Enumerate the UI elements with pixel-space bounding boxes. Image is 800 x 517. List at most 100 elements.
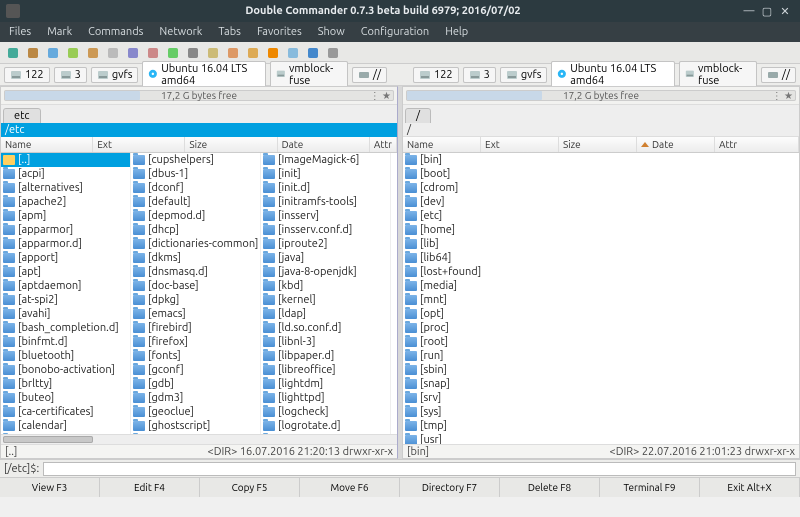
box2-button[interactable] (244, 44, 262, 62)
file-row[interactable]: [firebird] (131, 321, 260, 335)
file-row[interactable]: [init] (261, 167, 390, 181)
zip-button[interactable] (204, 44, 222, 62)
left-freespace-menu-icon[interactable]: ⋮ ★ (370, 90, 391, 102)
refresh-button[interactable] (4, 44, 22, 62)
drive-left-ubuntu1604ltsamd64[interactable]: Ubuntu 16.04 LTS amd64 (142, 61, 266, 89)
file-row[interactable]: [dbus-1] (131, 167, 260, 181)
right-file-list[interactable]: [bin][boot][cdrom][dev][etc][home][lib][… (403, 153, 799, 444)
file-row[interactable]: [snap] (403, 377, 799, 391)
menu-favorites[interactable]: Favorites (252, 24, 307, 40)
drive-left-3[interactable]: 3 (54, 67, 87, 83)
file-row[interactable]: [gdm3] (131, 391, 260, 405)
file-row[interactable]: [usr] (403, 433, 799, 444)
file-row[interactable]: [alternatives] (1, 181, 130, 195)
file-row[interactable]: [ldap] (261, 307, 390, 321)
disk-button[interactable] (184, 44, 202, 62)
file-row[interactable]: [lost+found] (403, 265, 799, 279)
right-freespace-menu-icon[interactable]: ⋮ ★ (772, 90, 793, 102)
menu-configuration[interactable]: Configuration (356, 24, 434, 40)
file-row[interactable]: [java] (261, 251, 390, 265)
drive-right-ubuntu1604ltsamd64[interactable]: Ubuntu 16.04 LTS amd64 (551, 61, 675, 89)
file-row[interactable]: [insserv.conf.d] (261, 223, 390, 237)
file-row[interactable]: [aptdaemon] (1, 279, 130, 293)
doc-button[interactable] (104, 44, 122, 62)
tree-button[interactable] (64, 44, 82, 62)
file-row[interactable]: [dconf] (131, 181, 260, 195)
file-row[interactable]: [bluetooth] (1, 349, 130, 363)
file-row[interactable]: [apm] (1, 209, 130, 223)
file-row[interactable]: [firefox] (131, 335, 260, 349)
orange-button[interactable] (264, 44, 282, 62)
fnkey-edit[interactable]: Edit F4 (100, 478, 200, 497)
file-row[interactable]: [cupshelpers] (131, 153, 260, 167)
file-row[interactable]: [buteo] (1, 391, 130, 405)
file-row[interactable]: [home] (403, 223, 799, 237)
file-row[interactable]: [acpi] (1, 167, 130, 181)
menu-tabs[interactable]: Tabs (213, 24, 246, 40)
swap-button[interactable] (124, 44, 142, 62)
file-row[interactable]: [gdb] (131, 377, 260, 391)
file-row[interactable]: [dkms] (131, 251, 260, 265)
file-row[interactable]: [ca-certificates] (1, 405, 130, 419)
left-tab[interactable]: etc (3, 108, 41, 123)
drive-right-122[interactable]: 122 (413, 67, 459, 83)
file-row[interactable]: [apache2] (1, 195, 130, 209)
file-row[interactable]: [ld.so.conf.d] (261, 321, 390, 335)
file-row[interactable]: [lighttpd] (261, 391, 390, 405)
left-hscrollbar[interactable] (1, 434, 397, 444)
right-tab[interactable]: / (405, 108, 431, 123)
left-col-name[interactable]: Name (1, 137, 93, 152)
menu-network[interactable]: Network (154, 24, 207, 40)
drive-left-vmblockfuse[interactable]: vmblock-fuse (270, 61, 348, 89)
file-row[interactable]: [libreoffice] (261, 363, 390, 377)
file-row[interactable]: [mnt] (403, 293, 799, 307)
file-row[interactable]: [brltty] (1, 377, 130, 391)
blue-button[interactable] (304, 44, 322, 62)
fnkey-view[interactable]: View F3 (0, 478, 100, 497)
file-row[interactable]: [..] (1, 153, 130, 167)
minimize-button[interactable]: — (740, 5, 758, 17)
right-col-attr[interactable]: Attr (715, 137, 799, 152)
left-file-list[interactable]: [..][acpi][alternatives][apache2][apm] [a… (1, 153, 397, 434)
cmdline-input[interactable] (43, 462, 796, 476)
file-row[interactable]: [lib64] (403, 251, 799, 265)
scrollbar-thumb[interactable] (3, 436, 93, 443)
file-row[interactable]: [at-spi2] (1, 293, 130, 307)
maximize-button[interactable]: ▢ (758, 5, 776, 18)
file-row[interactable]: [media] (403, 279, 799, 293)
left-path[interactable]: /etc (1, 123, 397, 137)
drive-right-gvfs[interactable]: gvfs (500, 67, 548, 83)
file-row[interactable]: [dictionaries-common] (131, 237, 260, 251)
file-row[interactable]: [binfmt.d] (1, 335, 130, 349)
fnkey-copy[interactable]: Copy F5 (200, 478, 300, 497)
file-row[interactable]: [bonobo-activation] (1, 363, 130, 377)
stack-button[interactable] (284, 44, 302, 62)
fnkey-directory[interactable]: Directory F7 (400, 478, 500, 497)
file-row[interactable]: [dpkg] (131, 293, 260, 307)
file-row[interactable]: [lightdm] (261, 377, 390, 391)
close-button[interactable]: ✕ (776, 5, 794, 18)
columns-button[interactable] (44, 44, 62, 62)
file-row[interactable]: [opt] (403, 307, 799, 321)
file-row[interactable]: [logrotate.d] (261, 419, 390, 433)
drive-left-gvfs[interactable]: gvfs (91, 67, 139, 83)
drive-right-vmblockfuse[interactable]: vmblock-fuse (679, 61, 757, 89)
file-row[interactable]: [avahi] (1, 307, 130, 321)
file-row[interactable]: [logcheck] (261, 405, 390, 419)
file-row[interactable]: [java-8-openjdk] (261, 265, 390, 279)
file-row[interactable]: [ImageMagick-6] (261, 153, 390, 167)
file-row[interactable]: [root] (403, 335, 799, 349)
file-row[interactable]: [ghostscript] (131, 419, 260, 433)
file-row[interactable]: [gconf] (131, 363, 260, 377)
file-row[interactable]: [default] (131, 195, 260, 209)
file-row[interactable]: [emacs] (131, 307, 260, 321)
drive-left-[interactable]: // (352, 67, 387, 83)
menu-files[interactable]: Files (4, 24, 36, 40)
file-row[interactable]: [libpaper.d] (261, 349, 390, 363)
left-col-attr[interactable]: Attr (370, 137, 397, 152)
menu-commands[interactable]: Commands (83, 24, 148, 40)
file-row[interactable]: [insserv] (261, 209, 390, 223)
file-row[interactable]: [iproute2] (261, 237, 390, 251)
menu-mark[interactable]: Mark (42, 24, 77, 40)
file-row[interactable]: [bin] (403, 153, 799, 167)
